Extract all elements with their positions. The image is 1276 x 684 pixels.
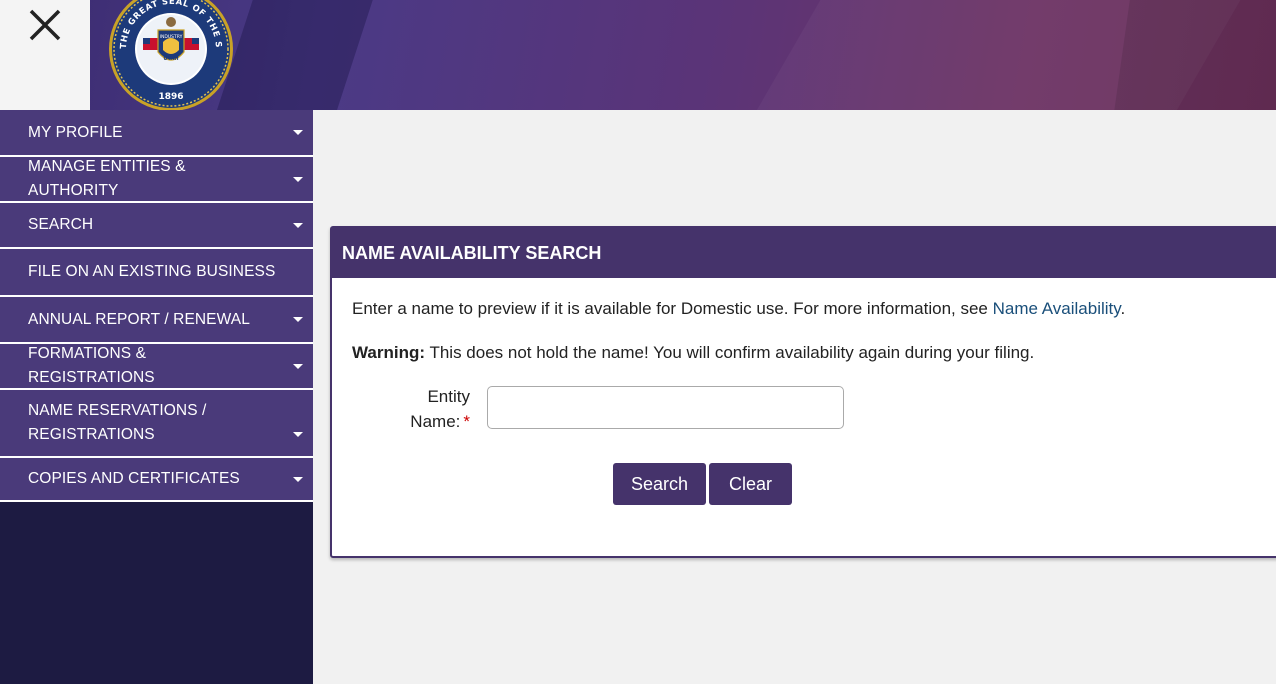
sidebar-item-search[interactable]: SEARCH: [0, 201, 313, 247]
sidebar-item-label: SEARCH: [28, 216, 94, 233]
clear-button[interactable]: Clear: [709, 463, 792, 505]
svg-text:1896: 1896: [158, 92, 183, 102]
caret-down-icon: [293, 476, 303, 482]
svg-text:UTAH: UTAH: [163, 56, 178, 62]
sidebar-item-label: COPIES AND CERTIFICATES: [28, 470, 240, 487]
banner-decoration: [1104, 0, 1276, 110]
caret-down-icon: [293, 317, 303, 322]
sidebar-item-formations[interactable]: FORMATIONS & REGISTRATIONS: [0, 342, 313, 388]
name-availability-link[interactable]: Name Availability: [993, 299, 1121, 318]
caret-down-icon: [293, 363, 303, 369]
caret-down-icon: [293, 176, 303, 182]
caret-down-icon: [293, 222, 303, 228]
sidebar-item-label: ANNUAL REPORT / RENEWAL: [28, 310, 250, 328]
caret-down-icon: [293, 130, 303, 135]
sidebar-item-manage-entities[interactable]: MANAGE ENTITIES & AUTHORITY: [0, 155, 313, 201]
state-seal-logo: THE GREAT SEAL OF THE STATE OF UTAH INDU…: [108, 0, 233, 110]
close-menu-button[interactable]: [0, 0, 90, 110]
entity-name-input[interactable]: [487, 386, 844, 429]
svg-text:INDUSTRY: INDUSTRY: [160, 34, 183, 40]
sidebar-item-label: FORMATIONS & REGISTRATIONS: [28, 345, 155, 386]
sidebar-item-copies-certificates[interactable]: COPIES AND CERTIFICATES: [0, 456, 313, 502]
panel-title: NAME AVAILABILITY SEARCH: [332, 228, 1276, 278]
sidebar-item-file-existing-business[interactable]: FILE ON AN EXISTING BUSINESS: [0, 247, 313, 295]
sidebar-item-name-reservations[interactable]: NAME RESERVATIONS / REGISTRATIONS: [0, 388, 313, 456]
sidebar-item-label: NAME RESERVATIONS / REGISTRATIONS: [28, 402, 207, 443]
sidebar-item-label: FILE ON AN EXISTING BUSINESS: [28, 263, 276, 280]
entity-name-label: Entity Name: *: [410, 387, 470, 431]
panel-body: Enter a name to preview if it is availab…: [332, 278, 1276, 384]
sidebar-item-annual-report[interactable]: ANNUAL REPORT / RENEWAL: [0, 295, 313, 342]
sidebar-nav: MY PROFILE MANAGE ENTITIES & AUTHORITY S…: [0, 110, 313, 684]
warning-text: Warning: This does not hold the name! Yo…: [352, 343, 1035, 362]
intro-text: Enter a name to preview if it is availab…: [352, 299, 1126, 318]
caret-down-icon: [293, 432, 303, 437]
sidebar-item-label: MY PROFILE: [28, 123, 123, 141]
sidebar-item-my-profile[interactable]: MY PROFILE: [0, 110, 313, 155]
header-banner: THE GREAT SEAL OF THE STATE OF UTAH INDU…: [0, 0, 1276, 110]
sidebar-item-label: MANAGE ENTITIES & AUTHORITY: [28, 158, 186, 199]
warning-label: Warning:: [352, 343, 426, 362]
required-marker: *: [463, 412, 470, 431]
name-availability-panel: NAME AVAILABILITY SEARCH Enter a name to…: [330, 226, 1276, 558]
search-button[interactable]: Search: [613, 463, 706, 505]
close-icon: [29, 9, 61, 41]
